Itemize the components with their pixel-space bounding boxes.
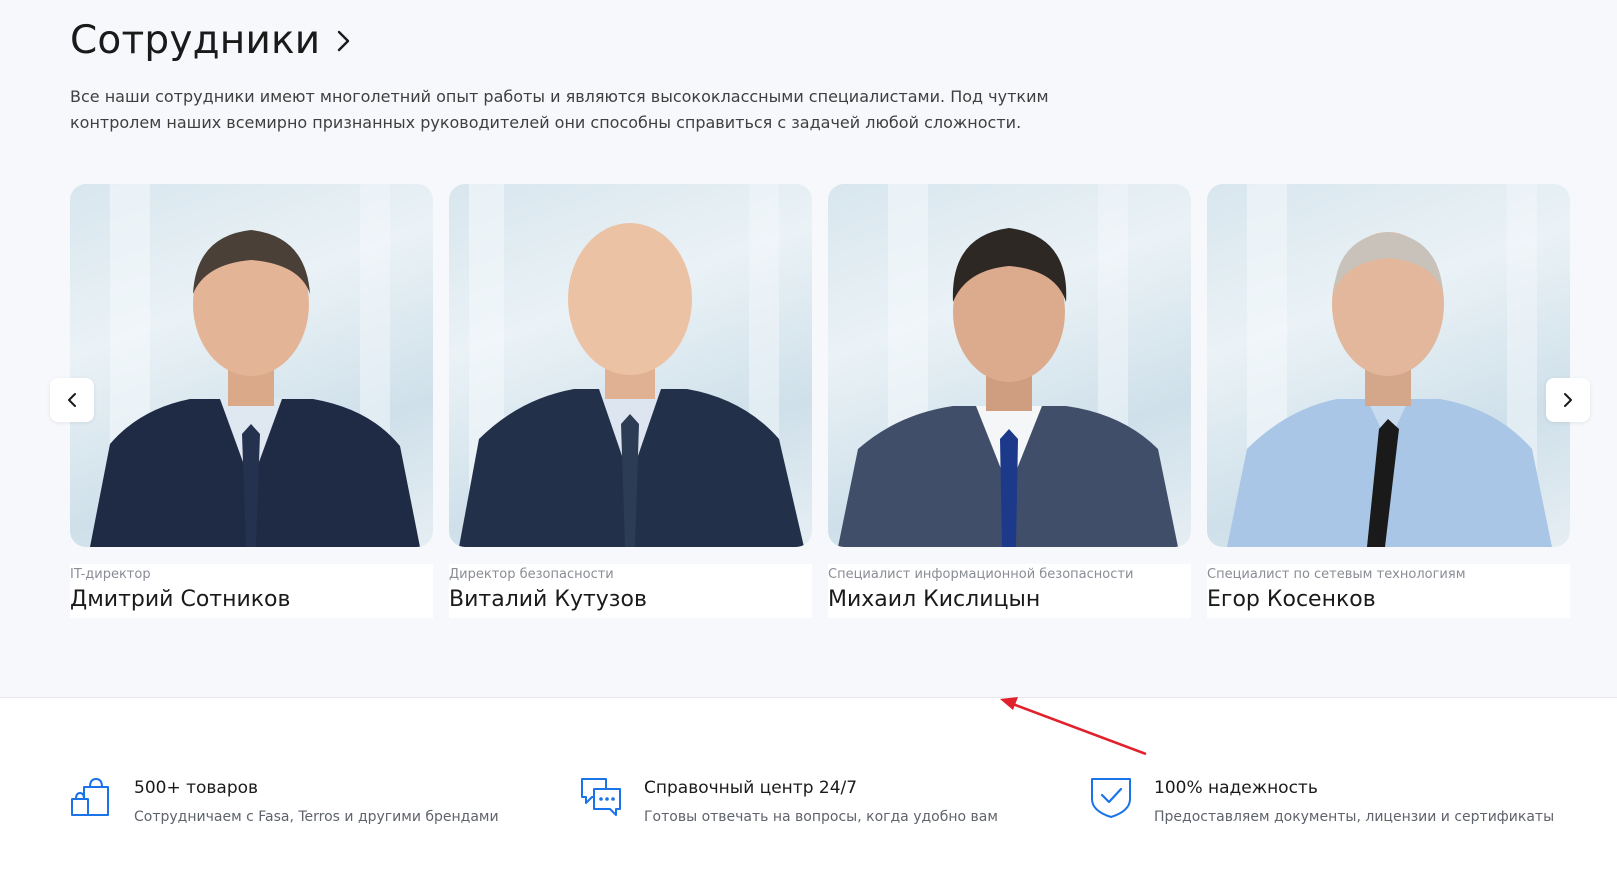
- page-title: Сотрудники: [70, 18, 321, 63]
- employee-photo: [70, 184, 433, 547]
- card-caption: Специалист информационной безопасности М…: [828, 564, 1191, 618]
- staff-title-link[interactable]: Сотрудники: [70, 18, 352, 63]
- staff-description: Все наши сотрудники имеют многолетний оп…: [70, 84, 1080, 136]
- staff-card[interactable]: Специалист по сетевым технологиям Егор К…: [1207, 184, 1570, 618]
- carousel-prev-button[interactable]: [50, 378, 94, 422]
- card-caption: IT-директор Дмитрий Сотников: [70, 564, 433, 618]
- feature-item: 500+ товаров Сотрудничаем с Fasa, Terros…: [70, 775, 499, 827]
- staff-section: Сотрудники Все наши сотрудники имеют мно…: [0, 0, 1617, 698]
- features-section: 500+ товаров Сотрудничаем с Fasa, Terros…: [0, 699, 1617, 869]
- carousel-next-button[interactable]: [1546, 378, 1590, 422]
- description-line-1: Все наши сотрудники имеют многолетний оп…: [70, 87, 1049, 106]
- feature-title: 100% надежность: [1154, 778, 1318, 798]
- chevron-right-icon: [338, 30, 350, 51]
- employee-role: Специалист информационной безопасности: [828, 567, 1134, 582]
- employee-photo: [828, 184, 1191, 547]
- employee-name: Егор Косенков: [1207, 587, 1376, 612]
- staff-card[interactable]: Специалист информационной безопасности М…: [828, 184, 1191, 618]
- employee-role: IT-директор: [70, 567, 151, 582]
- feature-item: Справочный центр 24/7 Готовы отвечать на…: [580, 775, 998, 827]
- employee-name: Дмитрий Сотников: [70, 587, 291, 612]
- chevron-right-icon: [1564, 393, 1572, 407]
- feature-subtitle: Сотрудничаем с Fasa, Terros и другими бр…: [134, 809, 499, 825]
- employee-name: Виталий Кутузов: [449, 587, 647, 612]
- staff-card[interactable]: IT-директор Дмитрий Сотников: [70, 184, 433, 618]
- feature-subtitle: Готовы отвечать на вопросы, когда удобно…: [644, 809, 998, 825]
- employee-role: Специалист по сетевым технологиям: [1207, 567, 1466, 582]
- feature-title: Справочный центр 24/7: [644, 778, 858, 798]
- feature-subtitle: Предоставляем документы, лицензии и серт…: [1154, 809, 1555, 825]
- shopping-bag-icon: [71, 777, 109, 816]
- employee-name: Михаил Кислицын: [828, 587, 1041, 612]
- staff-carousel: IT-директор Дмитрий Сотников Директор бе…: [70, 184, 1570, 620]
- chevron-left-icon: [68, 393, 76, 407]
- description-line-2: контролем наших всемирно признанных руко…: [70, 113, 1022, 132]
- feature-item: 100% надежность Предоставляем документы,…: [1090, 775, 1554, 827]
- card-caption: Специалист по сетевым технологиям Егор К…: [1207, 564, 1570, 618]
- feature-title: 500+ товаров: [134, 778, 259, 798]
- employee-photo: [1207, 184, 1570, 547]
- shield-check-icon: [1091, 778, 1131, 818]
- staff-card[interactable]: Директор безопасности Виталий Кутузов: [449, 184, 812, 618]
- employee-role: Директор безопасности: [449, 567, 614, 582]
- employee-photo: [449, 184, 812, 547]
- card-caption: Директор безопасности Виталий Кутузов: [449, 564, 812, 618]
- chat-bubbles-icon: [581, 778, 621, 816]
